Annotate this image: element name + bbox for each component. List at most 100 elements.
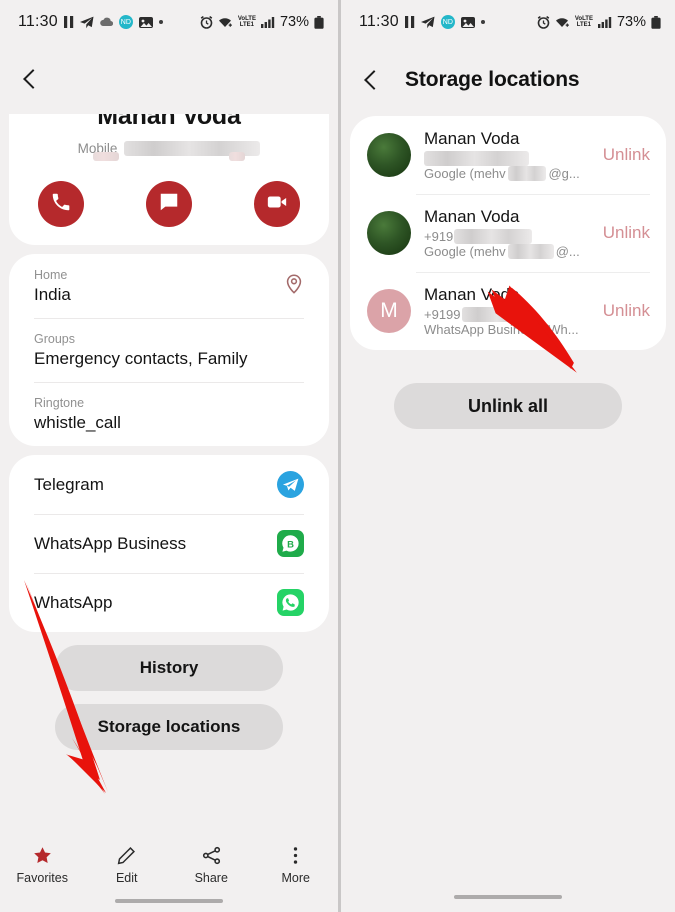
app-row-whatsapp[interactable]: WhatsApp xyxy=(9,573,329,632)
volte-icon: VoLTE LTE1 xyxy=(575,16,593,28)
detail-label: Home xyxy=(34,268,68,282)
list-item[interactable]: Manan Voda +919 Google (mehv @... Unlink xyxy=(350,194,666,272)
unlink-button[interactable]: Unlink xyxy=(593,301,650,321)
account-prefix: WhatsApp Business (Wh... xyxy=(424,322,579,337)
star-icon xyxy=(32,844,53,866)
account-suffix: @... xyxy=(555,244,580,259)
status-bar-right: VoLTE LTE1 73% xyxy=(537,14,661,30)
list-item[interactable]: M Manan Voda +9199 WhatsApp Business (Wh… xyxy=(350,272,666,350)
account-redacted xyxy=(507,166,547,181)
whatsapp-business-icon: B xyxy=(277,530,304,557)
phone-prefix: +919 xyxy=(424,229,454,244)
phone-icon xyxy=(50,191,72,218)
account-prefix: Google (mehv xyxy=(424,244,506,259)
account-redacted xyxy=(507,244,554,259)
list-item-name: Manan Voda xyxy=(424,285,520,304)
alarm-icon xyxy=(537,15,550,29)
left-scroll-area: Manan Voda Mobile Home India Groups Emer… xyxy=(0,114,338,912)
message-icon xyxy=(158,191,180,218)
nav-item-edit[interactable]: Edit xyxy=(91,844,163,885)
list-item-name: Manan Voda xyxy=(424,207,520,226)
call-button[interactable] xyxy=(38,181,84,227)
detail-label: Ringtone xyxy=(34,396,85,410)
back-icon[interactable] xyxy=(20,68,42,90)
status-bar: 11:30 ND VoLTE LTE1 73% xyxy=(341,0,675,44)
battery-icon xyxy=(651,15,661,29)
detail-row[interactable]: Groups Emergency contacts, Family xyxy=(9,318,329,382)
contact-actions xyxy=(9,181,329,227)
nav-label: Edit xyxy=(115,871,138,885)
nav-item-share[interactable]: Share xyxy=(175,844,247,885)
telegram-send-icon xyxy=(420,16,435,29)
volte-bottom-label: LTE1 xyxy=(576,22,592,28)
storage-locations-list: Manan Voda Google (mehv @g... Unlink Mana… xyxy=(350,116,666,350)
bottom-navigation: Favorites Edit Share More xyxy=(0,835,338,912)
detail-label: Groups xyxy=(34,332,75,346)
app-row-telegram[interactable]: Telegram xyxy=(9,455,329,514)
status-bar-left: 11:30 ND xyxy=(359,13,485,31)
back-icon[interactable] xyxy=(361,69,383,91)
nav-item-more[interactable]: More xyxy=(260,844,332,885)
whatsapp-icon xyxy=(277,589,304,616)
unlink-button[interactable]: Unlink xyxy=(593,223,650,243)
nav-label: More xyxy=(281,871,310,885)
contact-name: Manan Voda xyxy=(97,114,241,130)
home-indicator[interactable] xyxy=(115,899,223,903)
teal-badge-icon: ND xyxy=(118,15,133,29)
dot-icon xyxy=(158,20,163,24)
linked-apps-card: Telegram WhatsApp Business B WhatsApp xyxy=(9,455,329,632)
list-item-text: Manan Voda Google (mehv @g... xyxy=(424,129,580,181)
pencil-icon xyxy=(116,844,137,866)
phone-redacted xyxy=(454,229,533,244)
pause-icon xyxy=(63,16,74,28)
telegram-icon xyxy=(277,471,304,498)
mobile-underline-redacted-right xyxy=(229,152,245,161)
phone-redacted xyxy=(461,307,534,322)
status-bar: 11:30 ND VoLTE LTE1 73% xyxy=(0,0,338,44)
status-bar-right: VoLTE LTE1 73% xyxy=(200,14,324,30)
home-indicator[interactable] xyxy=(454,895,562,899)
detail-row[interactable]: Home India xyxy=(9,254,329,318)
storage-locations-button[interactable]: Storage locations xyxy=(55,704,283,750)
detail-row[interactable]: Ringtone whistle_call xyxy=(9,382,329,446)
account-prefix: Google (mehv xyxy=(424,166,506,181)
signal-icon xyxy=(597,16,612,28)
status-time: 11:30 xyxy=(18,13,58,30)
dot-icon xyxy=(480,20,485,24)
video-call-button[interactable] xyxy=(254,181,300,227)
battery-percent: 73% xyxy=(279,14,309,30)
teal-badge-icon: ND xyxy=(440,15,455,29)
status-bar-left: 11:30 ND xyxy=(18,13,163,31)
list-item[interactable]: Manan Voda Google (mehv @g... Unlink xyxy=(350,116,666,194)
list-item-phone: +9199 xyxy=(424,307,580,322)
svg-text:B: B xyxy=(287,540,294,551)
nav-item-favorites[interactable]: Favorites xyxy=(6,844,78,885)
phone-prefix: +9199 xyxy=(424,307,461,322)
detail-value: whistle_call xyxy=(34,413,121,432)
video-camera-icon xyxy=(266,191,288,218)
avatar xyxy=(367,211,411,255)
history-button[interactable]: History xyxy=(55,645,283,691)
map-pin-icon[interactable] xyxy=(283,273,305,300)
list-item-text: Manan Voda +919 Google (mehv @... xyxy=(424,207,580,259)
status-time: 11:30 xyxy=(359,13,399,30)
app-label: WhatsApp Business xyxy=(34,533,187,553)
app-label: WhatsApp xyxy=(34,592,113,612)
dual-screenshot: 11:30 ND VoLTE LTE1 73% Manan Voda Mobil… xyxy=(0,0,675,912)
left-app-bar xyxy=(0,44,338,114)
unlink-button[interactable]: Unlink xyxy=(593,145,650,165)
avatar xyxy=(367,133,411,177)
nav-label: Favorites xyxy=(16,871,68,885)
battery-icon xyxy=(314,15,324,29)
unlink-all-button[interactable]: Unlink all xyxy=(394,383,622,429)
volte-bottom-label: LTE1 xyxy=(239,22,255,28)
avatar: M xyxy=(367,289,411,333)
account-suffix: @g... xyxy=(548,166,580,181)
signal-icon xyxy=(260,16,275,28)
photo-icon xyxy=(138,16,153,28)
list-item-phone: +919 xyxy=(424,229,580,244)
contact-details-card: Home India Groups Emergency contacts, Fa… xyxy=(9,254,329,446)
message-button[interactable] xyxy=(146,181,192,227)
right-phone-screen: 11:30 ND VoLTE LTE1 73% Storage location… xyxy=(338,0,675,912)
app-row-whatsapp-business[interactable]: WhatsApp Business B xyxy=(9,514,329,573)
